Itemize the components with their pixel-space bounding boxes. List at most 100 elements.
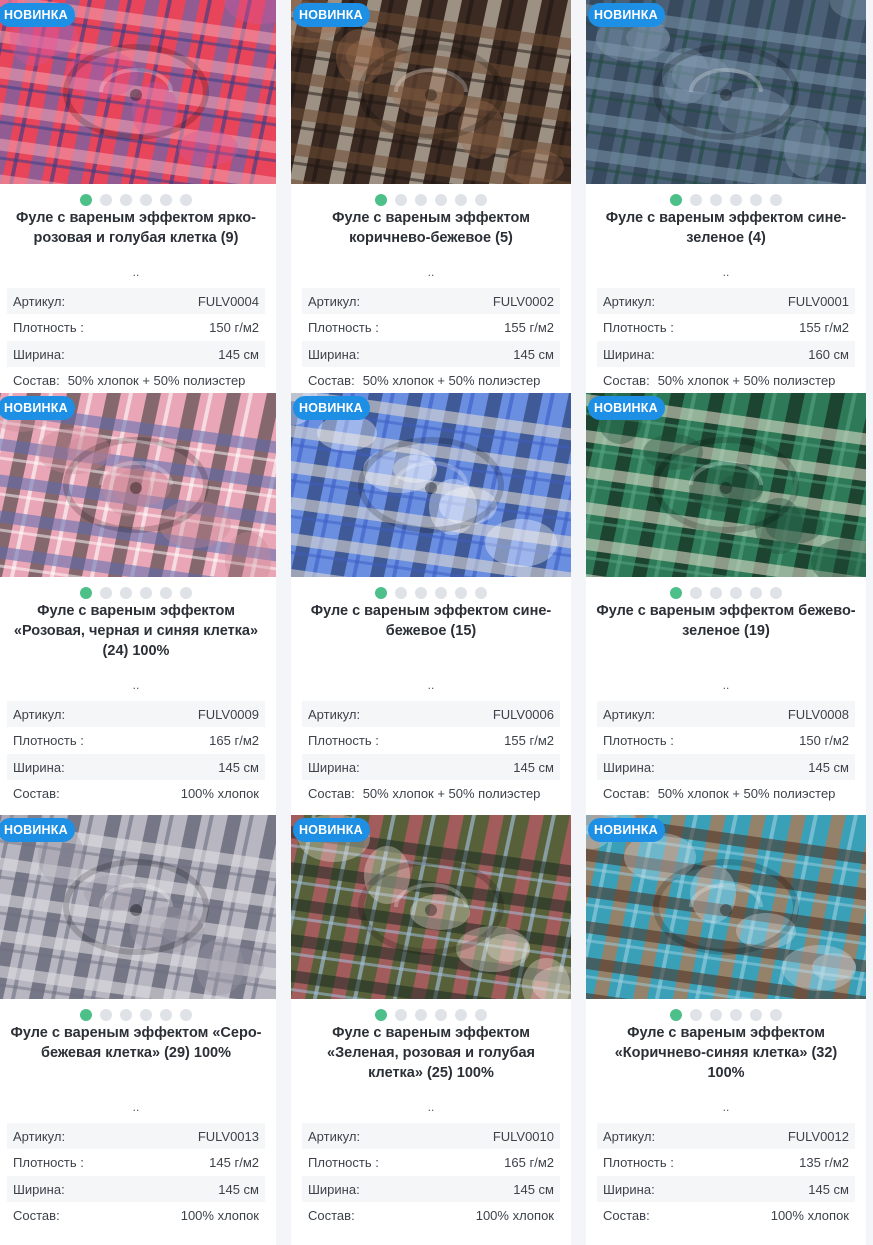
spec-label: Плотность : [308, 320, 379, 335]
carousel-dot[interactable] [120, 587, 132, 599]
spec-value: 100% хлопок [180, 1208, 259, 1223]
carousel-dot[interactable] [455, 1009, 467, 1021]
product-title[interactable]: Фуле с вареным эффектом коричнево-бежево… [301, 208, 561, 248]
product-image[interactable] [0, 393, 276, 577]
spec-value: 165 г/м2 [504, 1155, 554, 1170]
product-image[interactable] [586, 815, 866, 999]
product-card[interactable]: НОВИНКА Фуле с вареным эффектом коричнево… [291, 0, 571, 393]
product-title[interactable]: Фуле с вареным эффектом «Серо-бежевая кл… [6, 1023, 266, 1063]
carousel-dot[interactable] [160, 194, 172, 206]
carousel-dot[interactable] [770, 587, 782, 599]
spec-value: 145 см [808, 1181, 849, 1197]
carousel-dot[interactable] [770, 1009, 782, 1021]
product-title[interactable]: Фуле с вареным эффектом сине-бежевое (15… [301, 601, 561, 641]
carousel-dot[interactable] [435, 194, 447, 206]
product-title[interactable]: Фуле с вареным эффектом бежево-зеленое (… [596, 601, 856, 641]
carousel-dot[interactable] [160, 1009, 172, 1021]
spec-value: FULV0006 [492, 706, 554, 722]
product-title[interactable]: Фуле с вареным эффектом ярко-розовая и г… [6, 208, 266, 248]
carousel-dot[interactable] [690, 587, 702, 599]
product-image[interactable] [586, 393, 866, 577]
carousel-dot[interactable] [100, 587, 112, 599]
carousel-dot[interactable] [435, 587, 447, 599]
spec-label: Ширина: [308, 759, 360, 775]
carousel-dot[interactable] [395, 194, 407, 206]
carousel-dot[interactable] [180, 1009, 192, 1021]
product-card[interactable]: НОВИНКА Фуле с вареным эффектом сине-беже… [291, 393, 571, 815]
carousel-dot[interactable] [100, 194, 112, 206]
carousel-dot[interactable] [730, 194, 742, 206]
product-card[interactable]: НОВИНКА Фуле с вареным эффектом бежево-зе… [586, 393, 866, 815]
carousel-dot[interactable] [375, 194, 387, 206]
carousel-dot[interactable] [770, 194, 782, 206]
product-title[interactable]: Фуле с вареным эффектом «Зеленая, розова… [301, 1023, 561, 1083]
carousel-dot[interactable] [670, 1009, 682, 1021]
product-card[interactable]: НОВИНКА Фуле с вареным эффектом «Коричнев… [586, 815, 866, 1245]
carousel-dot[interactable] [475, 1009, 487, 1021]
carousel-dot[interactable] [750, 1009, 762, 1021]
spec-label: Состав: [308, 786, 355, 801]
product-card[interactable]: НОВИНКА Фуле с вареным эффектом сине-зеле… [586, 0, 866, 393]
new-badge: НОВИНКА [293, 3, 370, 27]
spec-label: Плотность : [13, 733, 84, 748]
carousel-dot[interactable] [180, 194, 192, 206]
carousel-dot[interactable] [80, 587, 92, 599]
product-image[interactable] [291, 393, 571, 577]
spec-row-composition: Состав: 100% хлопок [597, 1203, 855, 1229]
carousel-dot[interactable] [415, 1009, 427, 1021]
product-title[interactable]: Фуле с вареным эффектом «Розовая, черная… [6, 601, 266, 661]
carousel-dot[interactable] [730, 587, 742, 599]
ellipsis-text: .. [427, 678, 435, 692]
carousel-dot[interactable] [670, 194, 682, 206]
carousel-dot[interactable] [670, 587, 682, 599]
carousel-dot[interactable] [455, 587, 467, 599]
carousel-dot[interactable] [475, 587, 487, 599]
carousel-dot[interactable] [375, 587, 387, 599]
carousel-dot[interactable] [475, 194, 487, 206]
product-card[interactable]: НОВИНКА Фуле с вареным эффектом «Серо-беж… [0, 815, 276, 1245]
carousel-dot[interactable] [690, 1009, 702, 1021]
carousel-dot[interactable] [395, 587, 407, 599]
carousel-dot[interactable] [750, 194, 762, 206]
carousel-dot[interactable] [140, 194, 152, 206]
carousel-dot[interactable] [120, 1009, 132, 1021]
carousel-dot[interactable] [180, 587, 192, 599]
carousel-dot[interactable] [80, 194, 92, 206]
spec-label: Состав: [308, 373, 355, 388]
product-image[interactable] [586, 0, 866, 184]
spec-label: Ширина: [13, 346, 65, 362]
carousel-dot[interactable] [690, 194, 702, 206]
carousel-dot[interactable] [435, 1009, 447, 1021]
carousel-dot[interactable] [710, 587, 722, 599]
product-image[interactable] [0, 815, 276, 999]
ellipsis-text: .. [722, 265, 730, 279]
carousel-dot[interactable] [395, 1009, 407, 1021]
carousel-dot[interactable] [100, 1009, 112, 1021]
spec-label: Плотность : [308, 733, 379, 748]
product-title[interactable]: Фуле с вареным эффектом «Коричнево-синяя… [596, 1023, 856, 1083]
carousel-dot[interactable] [375, 1009, 387, 1021]
carousel-dot[interactable] [710, 194, 722, 206]
product-image[interactable] [291, 0, 571, 184]
product-image[interactable] [0, 0, 276, 184]
carousel-dot[interactable] [415, 587, 427, 599]
new-badge: НОВИНКА [0, 3, 75, 27]
product-title[interactable]: Фуле с вареным эффектом сине-зеленое (4) [596, 208, 856, 248]
product-card[interactable]: НОВИНКА Фуле с вареным эффектом ярко-розо… [0, 0, 276, 393]
product-image[interactable] [291, 815, 571, 999]
carousel-dot[interactable] [455, 194, 467, 206]
carousel-dot[interactable] [80, 1009, 92, 1021]
spec-label: Плотность : [603, 320, 674, 335]
product-card[interactable]: НОВИНКА Фуле с вареным эффектом «Зеленая,… [291, 815, 571, 1245]
product-card[interactable]: НОВИНКА Фуле с вареным эффектом «Розовая,… [0, 393, 276, 815]
carousel-dot[interactable] [750, 587, 762, 599]
carousel-dot[interactable] [710, 1009, 722, 1021]
carousel-dot[interactable] [140, 587, 152, 599]
carousel-dot[interactable] [120, 194, 132, 206]
carousel-dot[interactable] [160, 587, 172, 599]
carousel-dot[interactable] [730, 1009, 742, 1021]
spec-label: Артикул: [603, 706, 656, 722]
carousel-dot[interactable] [140, 1009, 152, 1021]
carousel-dot[interactable] [415, 194, 427, 206]
spec-row-article: Артикул: FULV0013 [7, 1123, 265, 1149]
